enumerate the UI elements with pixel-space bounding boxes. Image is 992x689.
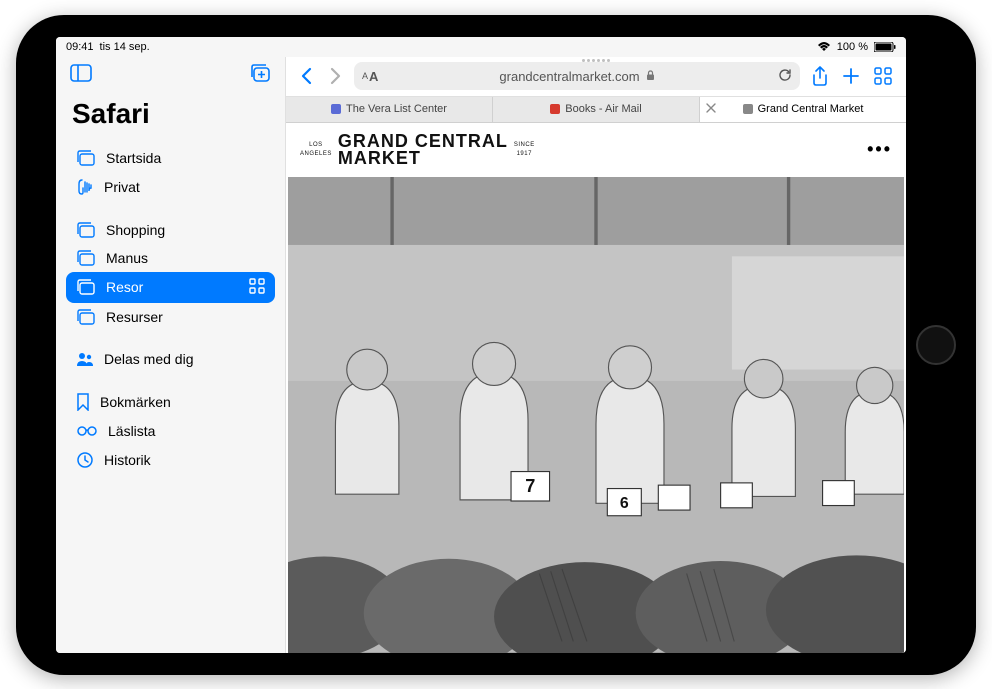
sidebar-item-readinglist[interactable]: Läslista	[66, 417, 275, 445]
lock-icon	[646, 69, 655, 84]
home-button[interactable]	[916, 325, 956, 365]
sidebar-item-label: Läslista	[108, 423, 155, 439]
sidebar-item-shared[interactable]: Delas med dig	[66, 345, 275, 373]
sidebar-item-label: Resor	[106, 279, 143, 295]
favicon-icon	[331, 104, 341, 114]
tab-label: Books - Air Mail	[565, 103, 641, 115]
close-tab-icon[interactable]	[706, 103, 716, 116]
favicon-icon	[550, 104, 560, 114]
battery-icon	[874, 42, 896, 52]
status-time: 09:41	[66, 41, 94, 53]
page-header: LOS ANGELES GRAND CENTRAL MARKET SINCE 1…	[286, 123, 906, 177]
forward-button[interactable]	[322, 63, 348, 89]
battery-percent: 100 %	[837, 41, 868, 53]
sidebar-toggle-icon[interactable]	[70, 64, 92, 87]
tab-books-airmail[interactable]: Books - Air Mail	[493, 97, 700, 122]
reader-aa-icon[interactable]: AA	[362, 69, 378, 84]
sidebar-item-startsida[interactable]: Startsida	[66, 144, 275, 172]
site-menu-button[interactable]: •••	[867, 139, 892, 160]
status-date: tis 14 sep.	[100, 41, 150, 53]
svg-text:7: 7	[525, 476, 535, 496]
site-logo[interactable]: LOS ANGELES GRAND CENTRAL MARKET SINCE 1…	[300, 133, 535, 167]
sidebar-item-shopping[interactable]: Shopping	[66, 216, 275, 244]
share-button[interactable]	[806, 62, 834, 90]
sidebar-item-bookmarks[interactable]: Bokmärken	[66, 387, 275, 417]
sidebar-item-label: Startsida	[106, 150, 161, 166]
tabs-overview-button[interactable]	[868, 62, 898, 90]
url-text: grandcentralmarket.com	[499, 69, 639, 84]
sidebar-item-label: Resurser	[106, 309, 163, 325]
logo-right-text: SINCE 1917	[514, 141, 535, 158]
sidebar-item-label: Manus	[106, 250, 148, 266]
sidebar-item-history[interactable]: Historik	[66, 445, 275, 475]
sidebar-item-label: Shopping	[106, 222, 165, 238]
tab-label: The Vera List Center	[346, 103, 447, 115]
ipad-device: 09:41 tis 14 sep. 100 %	[16, 15, 976, 675]
reload-icon[interactable]	[778, 68, 792, 85]
favicon-icon	[743, 104, 753, 114]
tab-bar: The Vera List Center Books - Air Mail Gr…	[286, 97, 906, 123]
hero-image: 7 6	[288, 177, 904, 653]
new-tab-button[interactable]	[836, 62, 866, 90]
sidebar-item-label: Historik	[104, 452, 151, 468]
webpage: LOS ANGELES GRAND CENTRAL MARKET SINCE 1…	[286, 123, 906, 653]
status-bar: 09:41 tis 14 sep. 100 %	[56, 37, 906, 57]
wifi-icon	[817, 42, 831, 52]
sidebar-item-privat[interactable]: Privat	[66, 172, 275, 202]
logo-left-text: LOS ANGELES	[300, 141, 332, 158]
sidebar-item-resor[interactable]: Resor	[66, 272, 275, 303]
sidebar-item-label: Privat	[104, 179, 140, 195]
logo-line2: MARKET	[338, 150, 508, 167]
screen: 09:41 tis 14 sep. 100 %	[56, 37, 906, 653]
tab-label: Grand Central Market	[758, 103, 864, 115]
tab-vera-list[interactable]: The Vera List Center	[286, 97, 493, 122]
content-area: AA grandcentralmarket.com	[286, 57, 906, 653]
sidebar-item-resurser[interactable]: Resurser	[66, 303, 275, 331]
sidebar-item-label: Bokmärken	[100, 394, 171, 410]
svg-text:6: 6	[620, 494, 629, 511]
sidebar-item-manus[interactable]: Manus	[66, 244, 275, 272]
new-tab-group-icon[interactable]	[249, 63, 271, 88]
grid-icon[interactable]	[249, 278, 265, 297]
back-button[interactable]	[294, 63, 320, 89]
sidebar-title: Safari	[66, 94, 275, 144]
sidebar-item-label: Delas med dig	[104, 351, 194, 367]
toolbar: AA grandcentralmarket.com	[286, 57, 906, 97]
tab-grand-central[interactable]: Grand Central Market	[700, 97, 906, 122]
sidebar: Safari Startsida Privat Shopping	[56, 57, 286, 653]
address-bar[interactable]: AA grandcentralmarket.com	[354, 62, 800, 90]
